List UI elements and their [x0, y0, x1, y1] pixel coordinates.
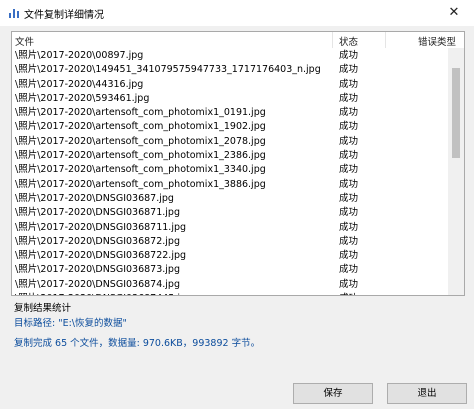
table-row[interactable]: \照片\2017-2020\DNSGI03687445.jpg 成功 [12, 292, 448, 295]
status-text: 成功 [339, 192, 359, 204]
save-button[interactable]: 保存 [293, 383, 373, 404]
copy-summary: 复制完成 65 个文件，数据量: 970.6KB，993892 字节。 [14, 338, 261, 349]
file-path: \照片\2017-2020\artensoft_com_photomix1_38… [15, 178, 266, 190]
status-text: 成功 [339, 150, 359, 162]
table-row[interactable]: \照片\2017-2020\DNSGI03687.jpg 成功 [12, 192, 448, 206]
file-path: \照片\2017-2020\44316.jpg [15, 78, 144, 90]
file-path: \照片\2017-2020\149451_341079575947733_171… [15, 64, 321, 76]
table-row[interactable]: \照片\2017-2020\DNSGI0368722.jpg 成功 [12, 249, 448, 263]
status-text: 成功 [339, 64, 359, 76]
file-path: \照片\2017-2020\artensoft_com_photomix1_23… [15, 150, 266, 162]
table-row[interactable]: \照片\2017-2020\artensoft_com_photomix1_01… [12, 106, 448, 120]
list-header: 文件 状态 错误类型 [12, 32, 464, 48]
title-bar: 文件复制详细情况 ✕ [0, 0, 474, 26]
file-path: \照片\2017-2020\00897.jpg [15, 50, 144, 61]
table-row[interactable]: \照片\2017-2020\DNSGI0368711.jpg 成功 [12, 221, 448, 235]
status-text: 成功 [339, 92, 359, 104]
file-path: \照片\2017-2020\DNSGI036874.jpg [15, 278, 180, 290]
status-text: 成功 [339, 264, 359, 276]
file-path: \照片\2017-2020\DNSGI0368722.jpg [15, 250, 187, 262]
table-row[interactable]: \照片\2017-2020\DNSGI036874.jpg 成功 [12, 278, 448, 292]
status-text: 成功 [339, 107, 359, 119]
scrollbar-thumb[interactable] [452, 68, 460, 158]
status-text: 成功 [339, 121, 359, 133]
table-row[interactable]: \照片\2017-2020\artensoft_com_photomix1_19… [12, 120, 448, 134]
column-separator[interactable] [385, 32, 386, 48]
table-row[interactable]: \照片\2017-2020\00897.jpg 成功 [12, 49, 448, 63]
status-text: 成功 [339, 235, 359, 247]
file-path: \照片\2017-2020\DNSGI0368711.jpg [15, 221, 187, 233]
window-title: 文件复制详细情况 [24, 10, 104, 21]
status-text: 成功 [339, 250, 359, 262]
status-text: 成功 [339, 292, 358, 295]
file-path: \照片\2017-2020\593461.jpg [15, 92, 150, 104]
file-path: \照片\2017-2020\DNSGI036872.jpg [15, 235, 180, 247]
vertical-scrollbar[interactable] [448, 48, 464, 295]
table-row[interactable]: \照片\2017-2020\artensoft_com_photomix1_38… [12, 178, 448, 192]
table-row[interactable]: \照片\2017-2020\DNSGI036872.jpg 成功 [12, 235, 448, 249]
table-row[interactable]: \照片\2017-2020\DNSGI036871.jpg 成功 [12, 206, 448, 220]
table-row[interactable]: \照片\2017-2020\artensoft_com_photomix1_20… [12, 135, 448, 149]
status-text: 成功 [339, 278, 359, 290]
column-header-error-type[interactable]: 错误类型 [418, 34, 456, 48]
status-text: 成功 [339, 135, 359, 147]
status-text: 成功 [339, 221, 359, 233]
table-row[interactable]: \照片\2017-2020\149451_341079575947733_171… [12, 63, 448, 77]
file-path: \照片\2017-2020\DNSGI03687445.jpg [15, 292, 192, 295]
file-path: \照片\2017-2020\DNSGI036871.jpg [15, 207, 180, 219]
column-separator[interactable] [332, 32, 333, 48]
file-path: \照片\2017-2020\artensoft_com_photomix1_33… [15, 164, 266, 176]
file-list[interactable]: 文件 状态 错误类型 \照片\2017-2020\00897.jpg 成功 \照片\… [11, 31, 465, 296]
table-row[interactable]: \照片\2017-2020\DNSGI036873.jpg 成功 [12, 263, 448, 277]
file-path: \照片\2017-2020\artensoft_com_photomix1_01… [15, 107, 266, 119]
column-header-status[interactable]: 状态 [339, 34, 358, 48]
table-row[interactable]: \照片\2017-2020\44316.jpg 成功 [12, 78, 448, 92]
status-text: 成功 [339, 164, 359, 176]
file-path: \照片\2017-2020\artensoft_com_photomix1_20… [15, 135, 266, 147]
close-icon[interactable]: ✕ [434, 0, 474, 26]
file-path: \照片\2017-2020\artensoft_com_photomix1_19… [15, 121, 266, 133]
table-row[interactable]: \照片\2017-2020\593461.jpg 成功 [12, 92, 448, 106]
status-text: 成功 [339, 78, 359, 90]
file-path: \照片\2017-2020\DNSGI036873.jpg [15, 264, 180, 276]
target-path: 目标路径: "E:\恢复的数据" [14, 318, 127, 329]
status-text: 成功 [339, 207, 359, 219]
column-header-file[interactable]: 文件 [15, 34, 34, 48]
table-row[interactable]: \照片\2017-2020\artensoft_com_photomix1_33… [12, 163, 448, 177]
bar-chart-icon [9, 9, 19, 18]
status-text: 成功 [339, 50, 359, 61]
list-rows: \照片\2017-2020\00897.jpg 成功 \照片\2017-2020\1… [12, 49, 448, 295]
table-row[interactable]: \照片\2017-2020\artensoft_com_photomix1_23… [12, 149, 448, 163]
stats-title: 复制结果统计 [14, 303, 72, 314]
status-text: 成功 [339, 178, 359, 190]
exit-button[interactable]: 退出 [387, 383, 467, 404]
file-path: \照片\2017-2020\DNSGI03687.jpg [15, 192, 174, 204]
